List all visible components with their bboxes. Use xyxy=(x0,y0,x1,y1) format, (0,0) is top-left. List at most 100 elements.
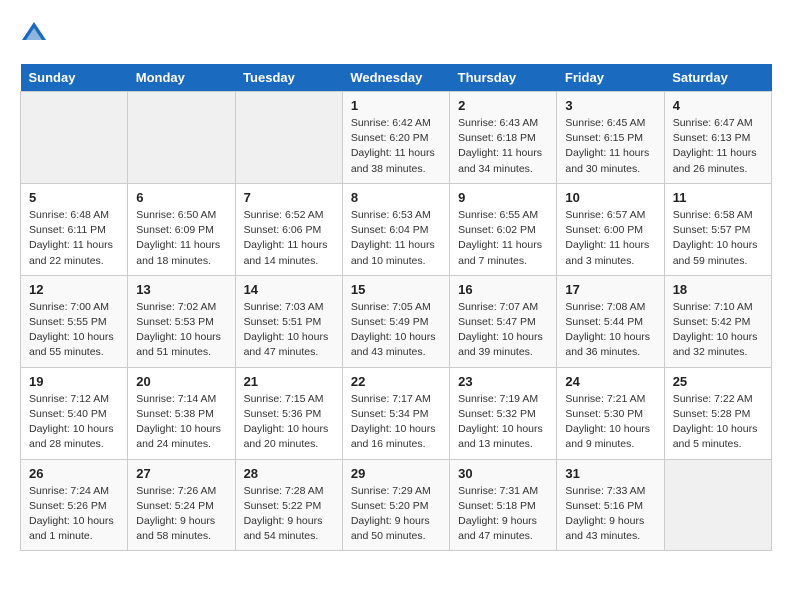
day-cell: 15 Sunrise: 7:05 AM Sunset: 5:49 PM Dayli… xyxy=(342,275,449,367)
day-number: 2 xyxy=(458,98,548,113)
day-cell: 18Sunrise: 7:10 AM Sunset: 5:42 PM Dayli… xyxy=(664,275,771,367)
day-number: 30 xyxy=(458,466,548,481)
day-info: Sunrise: 6:52 AM Sunset: 6:06 PM Dayligh… xyxy=(244,208,334,269)
day-cell: 13Sunrise: 7:02 AM Sunset: 5:53 PM Dayli… xyxy=(128,275,235,367)
day-cell: 24 Sunrise: 7:21 AM Sunset: 5:30 PM Dayli… xyxy=(557,367,664,459)
day-cell: 28 Sunrise: 7:28 AM Sunset: 5:22 PM Dayli… xyxy=(235,459,342,551)
day-info: Sunrise: 7:03 AM Sunset: 5:51 PM Dayligh… xyxy=(244,300,334,361)
day-cell: 8Sunrise: 6:53 AM Sunset: 6:04 PM Daylig… xyxy=(342,183,449,275)
day-info: Sunrise: 6:58 AM Sunset: 5:57 PM Dayligh… xyxy=(673,208,763,269)
day-cell: 17 Sunrise: 7:08 AM Sunset: 5:44 PM Dayli… xyxy=(557,275,664,367)
day-cell: 19Sunrise: 7:12 AM Sunset: 5:40 PM Dayli… xyxy=(21,367,128,459)
day-number: 8 xyxy=(351,190,441,205)
day-info: Sunrise: 6:47 AM Sunset: 6:13 PM Dayligh… xyxy=(673,116,763,177)
day-cell: 7 Sunrise: 6:52 AM Sunset: 6:06 PM Daylig… xyxy=(235,183,342,275)
day-info: Sunrise: 6:43 AM Sunset: 6:18 PM Dayligh… xyxy=(458,116,548,177)
day-info: Sunrise: 7:00 AM Sunset: 5:55 PM Dayligh… xyxy=(29,300,119,361)
week-row-4: 19Sunrise: 7:12 AM Sunset: 5:40 PM Dayli… xyxy=(21,367,772,459)
weekday-header-wednesday: Wednesday xyxy=(342,64,449,92)
weekday-header-sunday: Sunday xyxy=(21,64,128,92)
weekday-header-thursday: Thursday xyxy=(450,64,557,92)
day-number: 22 xyxy=(351,374,441,389)
day-cell: 12Sunrise: 7:00 AM Sunset: 5:55 PM Dayli… xyxy=(21,275,128,367)
day-cell xyxy=(21,92,128,184)
day-number: 28 xyxy=(244,466,334,481)
day-info: Sunrise: 7:24 AM Sunset: 5:26 PM Dayligh… xyxy=(29,484,119,545)
day-cell: 26 Sunrise: 7:24 AM Sunset: 5:26 PM Dayli… xyxy=(21,459,128,551)
day-cell: 5 Sunrise: 6:48 AM Sunset: 6:11 PM Daylig… xyxy=(21,183,128,275)
day-info: Sunrise: 7:19 AM Sunset: 5:32 PM Dayligh… xyxy=(458,392,548,453)
weekday-header-monday: Monday xyxy=(128,64,235,92)
day-cell: 4 Sunrise: 6:47 AM Sunset: 6:13 PM Daylig… xyxy=(664,92,771,184)
day-number: 6 xyxy=(136,190,226,205)
week-row-1: 1Sunrise: 6:42 AM Sunset: 6:20 PM Daylig… xyxy=(21,92,772,184)
day-info: Sunrise: 6:50 AM Sunset: 6:09 PM Dayligh… xyxy=(136,208,226,269)
day-cell: 29 Sunrise: 7:29 AM Sunset: 5:20 PM Dayli… xyxy=(342,459,449,551)
day-cell: 23 Sunrise: 7:19 AM Sunset: 5:32 PM Dayli… xyxy=(450,367,557,459)
day-cell: 25Sunrise: 7:22 AM Sunset: 5:28 PM Dayli… xyxy=(664,367,771,459)
logo-icon xyxy=(20,20,48,48)
day-number: 24 xyxy=(565,374,655,389)
day-cell: 10 Sunrise: 6:57 AM Sunset: 6:00 PM Dayli… xyxy=(557,183,664,275)
day-cell: 3Sunrise: 6:45 AM Sunset: 6:15 PM Daylig… xyxy=(557,92,664,184)
day-cell: 21 Sunrise: 7:15 AM Sunset: 5:36 PM Dayli… xyxy=(235,367,342,459)
day-info: Sunrise: 7:31 AM Sunset: 5:18 PM Dayligh… xyxy=(458,484,548,545)
day-info: Sunrise: 7:08 AM Sunset: 5:44 PM Dayligh… xyxy=(565,300,655,361)
day-cell: 14 Sunrise: 7:03 AM Sunset: 5:51 PM Dayli… xyxy=(235,275,342,367)
day-number: 26 xyxy=(29,466,119,481)
day-info: Sunrise: 7:17 AM Sunset: 5:34 PM Dayligh… xyxy=(351,392,441,453)
day-info: Sunrise: 7:28 AM Sunset: 5:22 PM Dayligh… xyxy=(244,484,334,545)
day-info: Sunrise: 6:57 AM Sunset: 6:00 PM Dayligh… xyxy=(565,208,655,269)
day-cell: 16 Sunrise: 7:07 AM Sunset: 5:47 PM Dayli… xyxy=(450,275,557,367)
week-row-3: 12Sunrise: 7:00 AM Sunset: 5:55 PM Dayli… xyxy=(21,275,772,367)
day-number: 31 xyxy=(565,466,655,481)
day-info: Sunrise: 7:05 AM Sunset: 5:49 PM Dayligh… xyxy=(351,300,441,361)
day-info: Sunrise: 7:02 AM Sunset: 5:53 PM Dayligh… xyxy=(136,300,226,361)
weekday-header-tuesday: Tuesday xyxy=(235,64,342,92)
day-cell: 11 Sunrise: 6:58 AM Sunset: 5:57 PM Dayli… xyxy=(664,183,771,275)
day-cell xyxy=(664,459,771,551)
day-number: 10 xyxy=(565,190,655,205)
day-cell: 27 Sunrise: 7:26 AM Sunset: 5:24 PM Dayli… xyxy=(128,459,235,551)
day-number: 5 xyxy=(29,190,119,205)
day-number: 9 xyxy=(458,190,548,205)
day-number: 17 xyxy=(565,282,655,297)
day-cell: 31 Sunrise: 7:33 AM Sunset: 5:16 PM Dayli… xyxy=(557,459,664,551)
day-cell xyxy=(128,92,235,184)
day-cell: 6 Sunrise: 6:50 AM Sunset: 6:09 PM Daylig… xyxy=(128,183,235,275)
day-cell: 1Sunrise: 6:42 AM Sunset: 6:20 PM Daylig… xyxy=(342,92,449,184)
day-number: 16 xyxy=(458,282,548,297)
day-cell xyxy=(235,92,342,184)
day-number: 15 xyxy=(351,282,441,297)
day-number: 19 xyxy=(29,374,119,389)
day-number: 23 xyxy=(458,374,548,389)
day-cell: 20Sunrise: 7:14 AM Sunset: 5:38 PM Dayli… xyxy=(128,367,235,459)
day-number: 4 xyxy=(673,98,763,113)
day-number: 7 xyxy=(244,190,334,205)
day-info: Sunrise: 7:15 AM Sunset: 5:36 PM Dayligh… xyxy=(244,392,334,453)
day-info: Sunrise: 7:33 AM Sunset: 5:16 PM Dayligh… xyxy=(565,484,655,545)
day-number: 11 xyxy=(673,190,763,205)
day-number: 27 xyxy=(136,466,226,481)
day-number: 3 xyxy=(565,98,655,113)
day-info: Sunrise: 6:48 AM Sunset: 6:11 PM Dayligh… xyxy=(29,208,119,269)
day-info: Sunrise: 7:21 AM Sunset: 5:30 PM Dayligh… xyxy=(565,392,655,453)
day-info: Sunrise: 7:29 AM Sunset: 5:20 PM Dayligh… xyxy=(351,484,441,545)
week-row-2: 5 Sunrise: 6:48 AM Sunset: 6:11 PM Daylig… xyxy=(21,183,772,275)
day-number: 18 xyxy=(673,282,763,297)
day-info: Sunrise: 7:07 AM Sunset: 5:47 PM Dayligh… xyxy=(458,300,548,361)
weekday-header-row: SundayMondayTuesdayWednesdayThursdayFrid… xyxy=(21,64,772,92)
page-header xyxy=(20,20,772,48)
day-number: 14 xyxy=(244,282,334,297)
day-number: 29 xyxy=(351,466,441,481)
weekday-header-friday: Friday xyxy=(557,64,664,92)
day-number: 20 xyxy=(136,374,226,389)
day-info: Sunrise: 6:55 AM Sunset: 6:02 PM Dayligh… xyxy=(458,208,548,269)
day-info: Sunrise: 7:26 AM Sunset: 5:24 PM Dayligh… xyxy=(136,484,226,545)
week-row-5: 26 Sunrise: 7:24 AM Sunset: 5:26 PM Dayli… xyxy=(21,459,772,551)
calendar-table: SundayMondayTuesdayWednesdayThursdayFrid… xyxy=(20,64,772,551)
day-cell: 30 Sunrise: 7:31 AM Sunset: 5:18 PM Dayli… xyxy=(450,459,557,551)
day-number: 21 xyxy=(244,374,334,389)
day-cell: 9 Sunrise: 6:55 AM Sunset: 6:02 PM Daylig… xyxy=(450,183,557,275)
day-cell: 22 Sunrise: 7:17 AM Sunset: 5:34 PM Dayli… xyxy=(342,367,449,459)
